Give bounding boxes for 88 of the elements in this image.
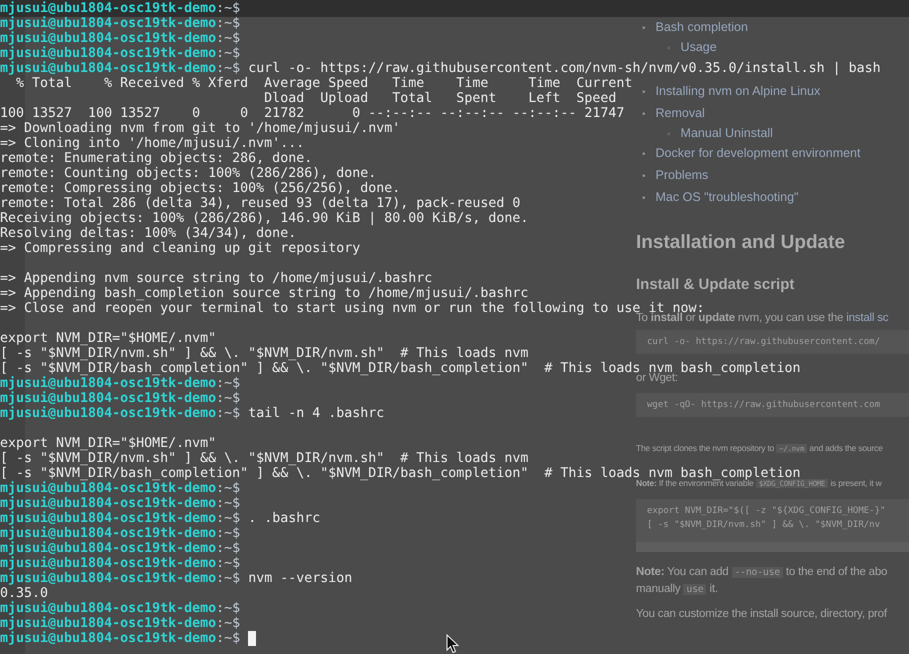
- code-block: curl -o- https://raw.githubusercontent.com/: [636, 330, 909, 354]
- command-text: . .bashrc: [247, 511, 320, 526]
- prompt-symbol: :~$: [216, 556, 240, 571]
- toc-link[interactable]: Usage: [680, 39, 717, 56]
- prompt-host: mjusui@ubu1804-osc19tk-demo: [0, 496, 216, 511]
- prompt-symbol: :~$: [216, 406, 240, 421]
- terminal-output: remote: Compressing objects: 100% (256/256), done.: [0, 181, 400, 196]
- toc-link[interactable]: Bash completion: [656, 17, 748, 38]
- bullet-marker: •: [642, 22, 646, 36]
- prompt-symbol: :~$: [216, 616, 240, 631]
- prompt-host: mjusui@ubu1804-osc19tk-demo: [0, 406, 216, 421]
- terminal-output: => Appending bash_completion source string to /home/mjusui/.bashrc: [0, 286, 528, 301]
- bullet-marker: ◦: [667, 128, 671, 142]
- prompt-host: mjusui@ubu1804-osc19tk-demo: [0, 601, 216, 616]
- terminal-output: Resolving deltas: 100% (34/34), done.: [0, 226, 296, 241]
- paragraph-text: You can customize the install source, directory, prof: [636, 607, 887, 622]
- prompt-host: mjusui@ubu1804-osc19tk-demo: [0, 571, 216, 586]
- prompt-symbol: :~$: [216, 496, 240, 511]
- terminal-output: => Compressing and cleaning up git repository: [0, 241, 360, 256]
- prompt-host: mjusui@ubu1804-osc19tk-demo: [0, 31, 216, 46]
- terminal-output: remote: Total 286 (delta 34), reused 93 (delta 17), pack-reused 0: [0, 196, 520, 211]
- toc-link[interactable]: Docker for development environment: [656, 143, 860, 164]
- terminal-output: => Appending nvm source string to /home/mjusui/.bashrc: [0, 271, 432, 286]
- prompt-host: mjusui@ubu1804-osc19tk-demo: [0, 391, 216, 406]
- prompt-host: mjusui@ubu1804-osc19tk-demo: [0, 526, 216, 541]
- terminal-output: remote: Enumerating objects: 286, done.: [0, 151, 312, 166]
- prompt-symbol: :~$: [216, 391, 240, 406]
- terminal-output: 0.35.0: [0, 586, 48, 601]
- prompt-symbol: :~$: [216, 61, 240, 76]
- prompt-host: mjusui@ubu1804-osc19tk-demo: [0, 631, 216, 646]
- terminal-output: => Downloading nvm from git to '/home/mjusui/.nvm': [0, 121, 400, 136]
- prompt-symbol: :~$: [216, 16, 240, 31]
- terminal-output: Dload Upload Total Spent Left Speed: [263, 91, 616, 106]
- terminal-output: [ -s "$NVM_DIR/bash_completion" ] && \. "$NVM_DIR/bash_completion" # This loads nvm bash_completion: [0, 466, 801, 481]
- command-text: tail -n 4 .bashrc: [247, 406, 384, 421]
- subsection-heading: Install & Update script: [636, 275, 796, 295]
- prompt-symbol: :~$: [216, 541, 240, 556]
- prompt-symbol: :~$: [216, 376, 240, 391]
- toc-link[interactable]: Manual Uninstall: [680, 125, 773, 142]
- prompt-symbol: :~$: [216, 1, 240, 16]
- inline-code: --no-use: [732, 567, 783, 578]
- prompt-symbol: :~$: [216, 601, 240, 616]
- toc-link[interactable]: Installing nvm on Alpine Linux: [656, 81, 820, 102]
- prompt-host: mjusui@ubu1804-osc19tk-demo: [0, 1, 216, 16]
- inline-code: use: [683, 584, 706, 595]
- paragraph-text: manually use it.: [636, 582, 718, 597]
- prompt-host: mjusui@ubu1804-osc19tk-demo: [0, 481, 216, 496]
- bullet-marker: •: [642, 170, 646, 184]
- prompt-host: mjusui@ubu1804-osc19tk-demo: [0, 46, 216, 61]
- prompt-symbol: :~$: [216, 511, 240, 526]
- prompt-host: mjusui@ubu1804-osc19tk-demo: [0, 541, 216, 556]
- terminal-output: [ -s "$NVM_DIR/nvm.sh" ] && \. "$NVM_DIR/nvm.sh" # This loads nvm: [0, 451, 528, 466]
- prompt-symbol: :~$: [216, 526, 240, 541]
- prompt-host: mjusui@ubu1804-osc19tk-demo: [0, 61, 216, 76]
- terminal-output: 100 13527 100 13527 0 0 21782 0 --:--:-- --:--:-- --:--:-- 21747: [0, 106, 624, 121]
- prompt-host: mjusui@ubu1804-osc19tk-demo: [0, 556, 216, 571]
- prompt-symbol: :~$: [216, 571, 240, 586]
- terminal-output: [ -s "$NVM_DIR/nvm.sh" ] && \. "$NVM_DIR/nvm.sh" # This loads nvm: [0, 346, 528, 361]
- terminal-output: % Total % Received % Xferd Average Speed Time Time Time Current: [15, 76, 632, 91]
- command-text: nvm --version: [247, 571, 352, 586]
- prompt-host: mjusui@ubu1804-osc19tk-demo: [0, 616, 216, 631]
- terminal-output: export NVM_DIR="$HOME/.nvm": [0, 436, 216, 451]
- bullet-marker: ◦: [667, 42, 671, 56]
- bullet-marker: •: [642, 148, 646, 162]
- terminal-output: export NVM_DIR="$HOME/.nvm": [0, 331, 216, 346]
- toc-link[interactable]: Mac OS "troubleshooting": [656, 187, 798, 208]
- mouse-pointer-icon: [446, 634, 459, 654]
- bullet-marker: •: [642, 192, 646, 206]
- prompt-symbol: :~$: [216, 46, 240, 61]
- prompt-host: mjusui@ubu1804-osc19tk-demo: [0, 16, 216, 31]
- prompt-symbol: :~$: [216, 31, 240, 46]
- terminal-output: remote: Counting objects: 100% (286/286), done.: [0, 166, 376, 181]
- paragraph-text: Note: You can add --no-use to the end of the abo: [636, 565, 888, 580]
- prompt-symbol: :~$: [216, 631, 240, 646]
- bullet-marker: •: [642, 86, 646, 100]
- section-heading: Installation and Update: [636, 231, 846, 255]
- install-script-link[interactable]: install sc: [846, 312, 888, 324]
- toc-link[interactable]: Problems: [656, 165, 708, 186]
- command-text: curl -o- https://raw.githubusercontent.com/nvm-sh/nvm/v0.35.0/install.sh | bash: [247, 61, 881, 76]
- code-block: wget -qO- https://raw.githubusercontent.com: [636, 393, 909, 417]
- prompt-host: mjusui@ubu1804-osc19tk-demo: [0, 511, 216, 526]
- terminal-output: => Cloning into '/home/mjusui/.nvm'...: [0, 136, 304, 151]
- prompt-symbol: :~$: [216, 481, 240, 496]
- terminal-output: Receiving objects: 100% (286/286), 146.90 KiB | 80.00 KiB/s, done.: [0, 211, 528, 226]
- code-block: export NVM_DIR="$([ -z "${XDG_CONFIG_HOME-}" [ -s "$NVM_DIR/nvm.sh" ] && \. "$NVM_DIR/nv: [636, 499, 909, 552]
- bullet-marker: •: [642, 108, 646, 122]
- toc-link[interactable]: Removal: [656, 103, 705, 124]
- prompt-host: mjusui@ubu1804-osc19tk-demo: [0, 376, 216, 391]
